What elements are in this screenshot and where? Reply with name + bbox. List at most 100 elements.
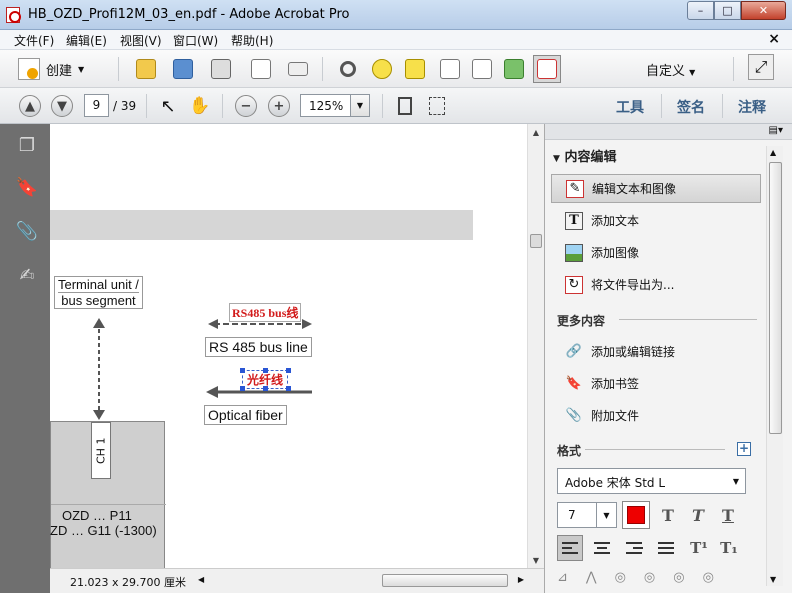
fit-page-button[interactable]: [391, 92, 419, 120]
align-left-button[interactable]: [557, 535, 583, 561]
scroll-thumb[interactable]: [530, 234, 542, 248]
rs485-annotation[interactable]: RS485 bus线: [229, 303, 302, 322]
selection-handle[interactable]: [286, 386, 291, 391]
page-number-input[interactable]: 9: [84, 94, 109, 117]
align-right-button[interactable]: [621, 535, 647, 561]
panel-scroll-thumb[interactable]: [769, 162, 782, 434]
menu-help[interactable]: 帮助(H): [231, 32, 273, 49]
panel-scroll-down-icon[interactable]: ▼: [770, 575, 776, 584]
customize-button[interactable]: 自定义 ▼: [646, 60, 695, 79]
superscript-icon[interactable]: T¹: [687, 536, 711, 560]
hand-tool-button[interactable]: ✋: [186, 92, 214, 120]
menu-edit[interactable]: 编辑(E): [66, 32, 107, 49]
italic-text-icon[interactable]: T: [686, 503, 710, 527]
status-bar: 21.023 x 29.700 厘米 ◀ ▶: [50, 568, 544, 593]
menu-file[interactable]: 文件(F): [14, 32, 54, 49]
arrange-icon[interactable]: ◎: [703, 570, 714, 590]
font-size-dropdown-icon[interactable]: ▼: [596, 503, 616, 527]
zoom-select[interactable]: 125% ▼: [300, 94, 370, 117]
tab-sign[interactable]: 签名: [677, 97, 705, 117]
edit-content-button[interactable]: [533, 55, 561, 83]
align-line: [658, 552, 674, 554]
tab-tools[interactable]: 工具: [616, 97, 644, 117]
attach-file-item[interactable]: 📎 附加文件: [551, 401, 761, 430]
font-color-picker[interactable]: [622, 501, 650, 529]
selection-handle[interactable]: [286, 368, 291, 373]
document-view[interactable]: Terminal unit / bus segment RS485 bus线 R…: [50, 124, 527, 568]
align-line: [594, 542, 610, 544]
page-thumbnails-icon[interactable]: ❐: [16, 134, 38, 156]
scroll-right-icon[interactable]: ▶: [518, 575, 524, 584]
panel-options-icon[interactable]: ▤▾: [769, 125, 783, 136]
selection-handle[interactable]: [263, 368, 268, 373]
align-center-button[interactable]: [589, 535, 615, 561]
close-window-button[interactable]: ✕: [741, 1, 786, 20]
horizontal-scrollbar[interactable]: ◀ ▶: [198, 573, 524, 589]
horizontal-scroll-thumb[interactable]: [382, 574, 508, 587]
print-button[interactable]: [207, 55, 235, 83]
align-line: [597, 547, 607, 549]
scroll-left-icon[interactable]: ◀: [198, 575, 204, 584]
font-size-select[interactable]: 7 ▼: [557, 502, 617, 528]
scale-icon[interactable]: ◎: [615, 570, 626, 590]
paperclip-icon: 📎: [565, 408, 583, 423]
add-link-item[interactable]: 🔗 添加或编辑链接: [551, 337, 761, 366]
zoom-in-button[interactable]: +: [268, 95, 290, 117]
edit-button[interactable]: [247, 55, 275, 83]
subscript-icon[interactable]: T₁: [717, 536, 741, 560]
email-button[interactable]: [284, 55, 312, 83]
zoom-dropdown-icon[interactable]: ▼: [350, 95, 369, 116]
signatures-icon[interactable]: ✍: [16, 264, 38, 286]
zoom-out-button[interactable]: −: [235, 95, 257, 117]
add-text-icon: T: [565, 211, 583, 230]
edit-text-image-item[interactable]: ✎ 编辑文本和图像: [551, 174, 761, 203]
fit-width-button[interactable]: [423, 92, 451, 120]
menu-view[interactable]: 视图(V): [120, 32, 162, 49]
flip-icon[interactable]: ◎: [673, 570, 684, 590]
channel-label: CH 1: [91, 422, 111, 479]
rotate-icon[interactable]: ◎: [644, 570, 655, 590]
content-editing-header[interactable]: ▼ 内容编辑: [553, 146, 616, 165]
attachments-icon[interactable]: 📎: [16, 220, 38, 242]
save-button[interactable]: [169, 55, 197, 83]
indent-icon[interactable]: ⊿: [557, 570, 568, 590]
selection-handle[interactable]: [240, 368, 245, 373]
select-tool-button[interactable]: ↖: [154, 92, 182, 120]
justify-button[interactable]: [653, 535, 679, 561]
secure-button[interactable]: [436, 55, 464, 83]
spacing-icon[interactable]: ⋀: [586, 570, 597, 590]
create-button[interactable]: 创建 ▼: [18, 56, 84, 82]
add-bookmark-item[interactable]: 🔖 添加书签: [551, 369, 761, 398]
export-file-item[interactable]: ↻ 将文件导出为... ▼: [551, 270, 777, 299]
fullscreen-button[interactable]: ⤢: [748, 54, 774, 80]
next-page-button[interactable]: ▼: [51, 95, 73, 117]
panel-scrollbar[interactable]: ▲ ▼: [766, 146, 783, 586]
minimize-button[interactable]: –: [687, 1, 714, 20]
font-family-select[interactable]: Adobe 宋体 Std L ▼: [557, 468, 746, 494]
menu-window[interactable]: 窗口(W): [173, 32, 218, 49]
previous-page-button[interactable]: ▲: [19, 95, 41, 117]
selection-handle[interactable]: [263, 386, 268, 391]
settings-button[interactable]: [334, 55, 362, 83]
share-button[interactable]: [468, 55, 496, 83]
close-document-button[interactable]: ×: [768, 31, 780, 47]
selection-handle[interactable]: [240, 386, 245, 391]
send-button[interactable]: [500, 55, 528, 83]
underline-text-icon[interactable]: T: [716, 503, 740, 527]
add-text-item[interactable]: T 添加文本: [551, 206, 761, 235]
document-scrollbar[interactable]: ▲ ▼: [527, 124, 544, 568]
text-style-icon[interactable]: T: [656, 503, 680, 527]
add-link-label: 添加或编辑链接: [591, 345, 676, 359]
tab-comment[interactable]: 注释: [738, 97, 766, 117]
add-format-button[interactable]: +: [737, 442, 751, 456]
text-edit-button[interactable]: [401, 55, 429, 83]
maximize-button[interactable]: □: [714, 1, 741, 20]
scroll-up-icon[interactable]: ▲: [528, 124, 544, 140]
panel-scroll-up-icon[interactable]: ▲: [770, 148, 776, 157]
comment-button[interactable]: [368, 55, 396, 83]
bookmarks-icon[interactable]: 🔖: [16, 176, 38, 198]
unit-model-line1: OZD … P11: [62, 508, 132, 523]
add-image-item[interactable]: 添加图像: [551, 238, 761, 267]
scroll-down-icon[interactable]: ▼: [528, 552, 544, 568]
open-button[interactable]: [132, 55, 160, 83]
